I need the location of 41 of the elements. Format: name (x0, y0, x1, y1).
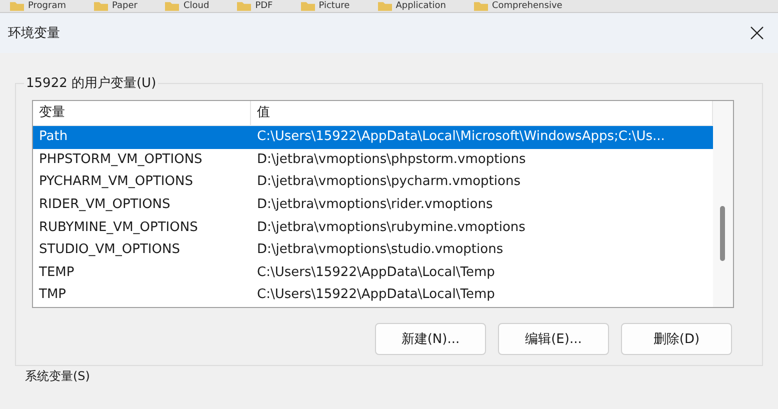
table-cell-text: PHPSTORM_VM_OPTIONS (38, 150, 204, 169)
scrollbar-thumb[interactable] (720, 206, 725, 261)
close-icon (750, 26, 764, 40)
table-row[interactable]: TMP C:\Users\15922\AppData\Local\Temp (33, 284, 713, 307)
table-cell-text: Path (38, 128, 69, 146)
table-cell-text: D:\jetbra\vmoptions\phpstorm.vmoptions (256, 150, 527, 169)
table-cell-text: D:\jetbra\vmoptions\rubymine.vmoptions (256, 218, 526, 237)
dialog-button[interactable]: 编辑(E)... (498, 323, 609, 355)
folder-name[interactable]: Comprehensive (492, 0, 562, 12)
folder-name[interactable]: Paper (112, 0, 138, 12)
table-cell-text: RIDER_VM_OPTIONS (38, 196, 172, 214)
table-row[interactable]: STUDIO_VM_OPTIONS D:\jetbra\vmoptions\studio.vmoptions (33, 238, 713, 262)
table-cell-text: D:\jetbra\vmoptions\studio.vmoptions (256, 241, 504, 260)
table-row[interactable]: TEMP C:\Users\15922\AppData\Local\Temp (33, 262, 713, 284)
table-row[interactable]: RUBYMINE_VM_OPTIONS D:\jetbra\vmoptions\rubymine.vmoptions (33, 216, 713, 239)
table-row[interactable]: Path C:\Users\15922\AppData\Local\Microsoft\WindowsApps;C:\Us... (33, 126, 713, 149)
column-header[interactable]: 变量 (33, 101, 251, 125)
table-row[interactable]: PHPSTORM_VM_OPTIONS D:\jetbra\vmoptions\phpstorm.vmoptions (33, 148, 713, 172)
table-cell-text: RUBYMINE_VM_OPTIONS (38, 218, 199, 237)
folder-name[interactable]: Cloud (183, 0, 210, 12)
folder-name[interactable]: PDF (255, 0, 273, 12)
table-cell-text: C:\Users\15922\AppData\Local\Microsoft\WindowsApps;C:\Us... (256, 128, 666, 146)
table-cell-text: TMP (38, 286, 67, 304)
table-cell-text: PYCHARM_VM_OPTIONS (38, 173, 194, 192)
table-cell-text: C:\Users\15922\AppData\Local\Temp (256, 286, 496, 304)
table-cell-text: C:\Users\15922\AppData\Local\Temp (256, 264, 496, 282)
table-row[interactable]: PYCHARM_VM_OPTIONS D:\jetbra\vmoptions\pycharm.vmoptions (33, 171, 713, 194)
table-cell-text: D:\jetbra\vmoptions\rider.vmoptions (256, 196, 494, 214)
scrollbar[interactable] (713, 101, 733, 307)
folder-name[interactable]: Application (396, 0, 446, 12)
group-label: 系统变量(S) (25, 369, 91, 383)
window-title: 环境变量 (8, 25, 60, 42)
table-cell-text: D:\jetbra\vmoptions\pycharm.vmoptions (256, 173, 522, 192)
group-label: 15922 的用户变量(U) (24, 74, 158, 92)
folder-name[interactable]: Program (28, 0, 66, 12)
folder-name[interactable]: Picture (318, 0, 350, 12)
dialog-button[interactable]: 新建(N)... (375, 323, 486, 355)
table-cell-text: TEMP (38, 264, 76, 282)
table-cell-text: STUDIO_VM_OPTIONS (38, 241, 181, 260)
table-row[interactable]: RIDER_VM_OPTIONS D:\jetbra\vmoptions\rider.vmoptions (33, 194, 713, 216)
dialog-button[interactable]: 删除(D) (621, 323, 732, 355)
